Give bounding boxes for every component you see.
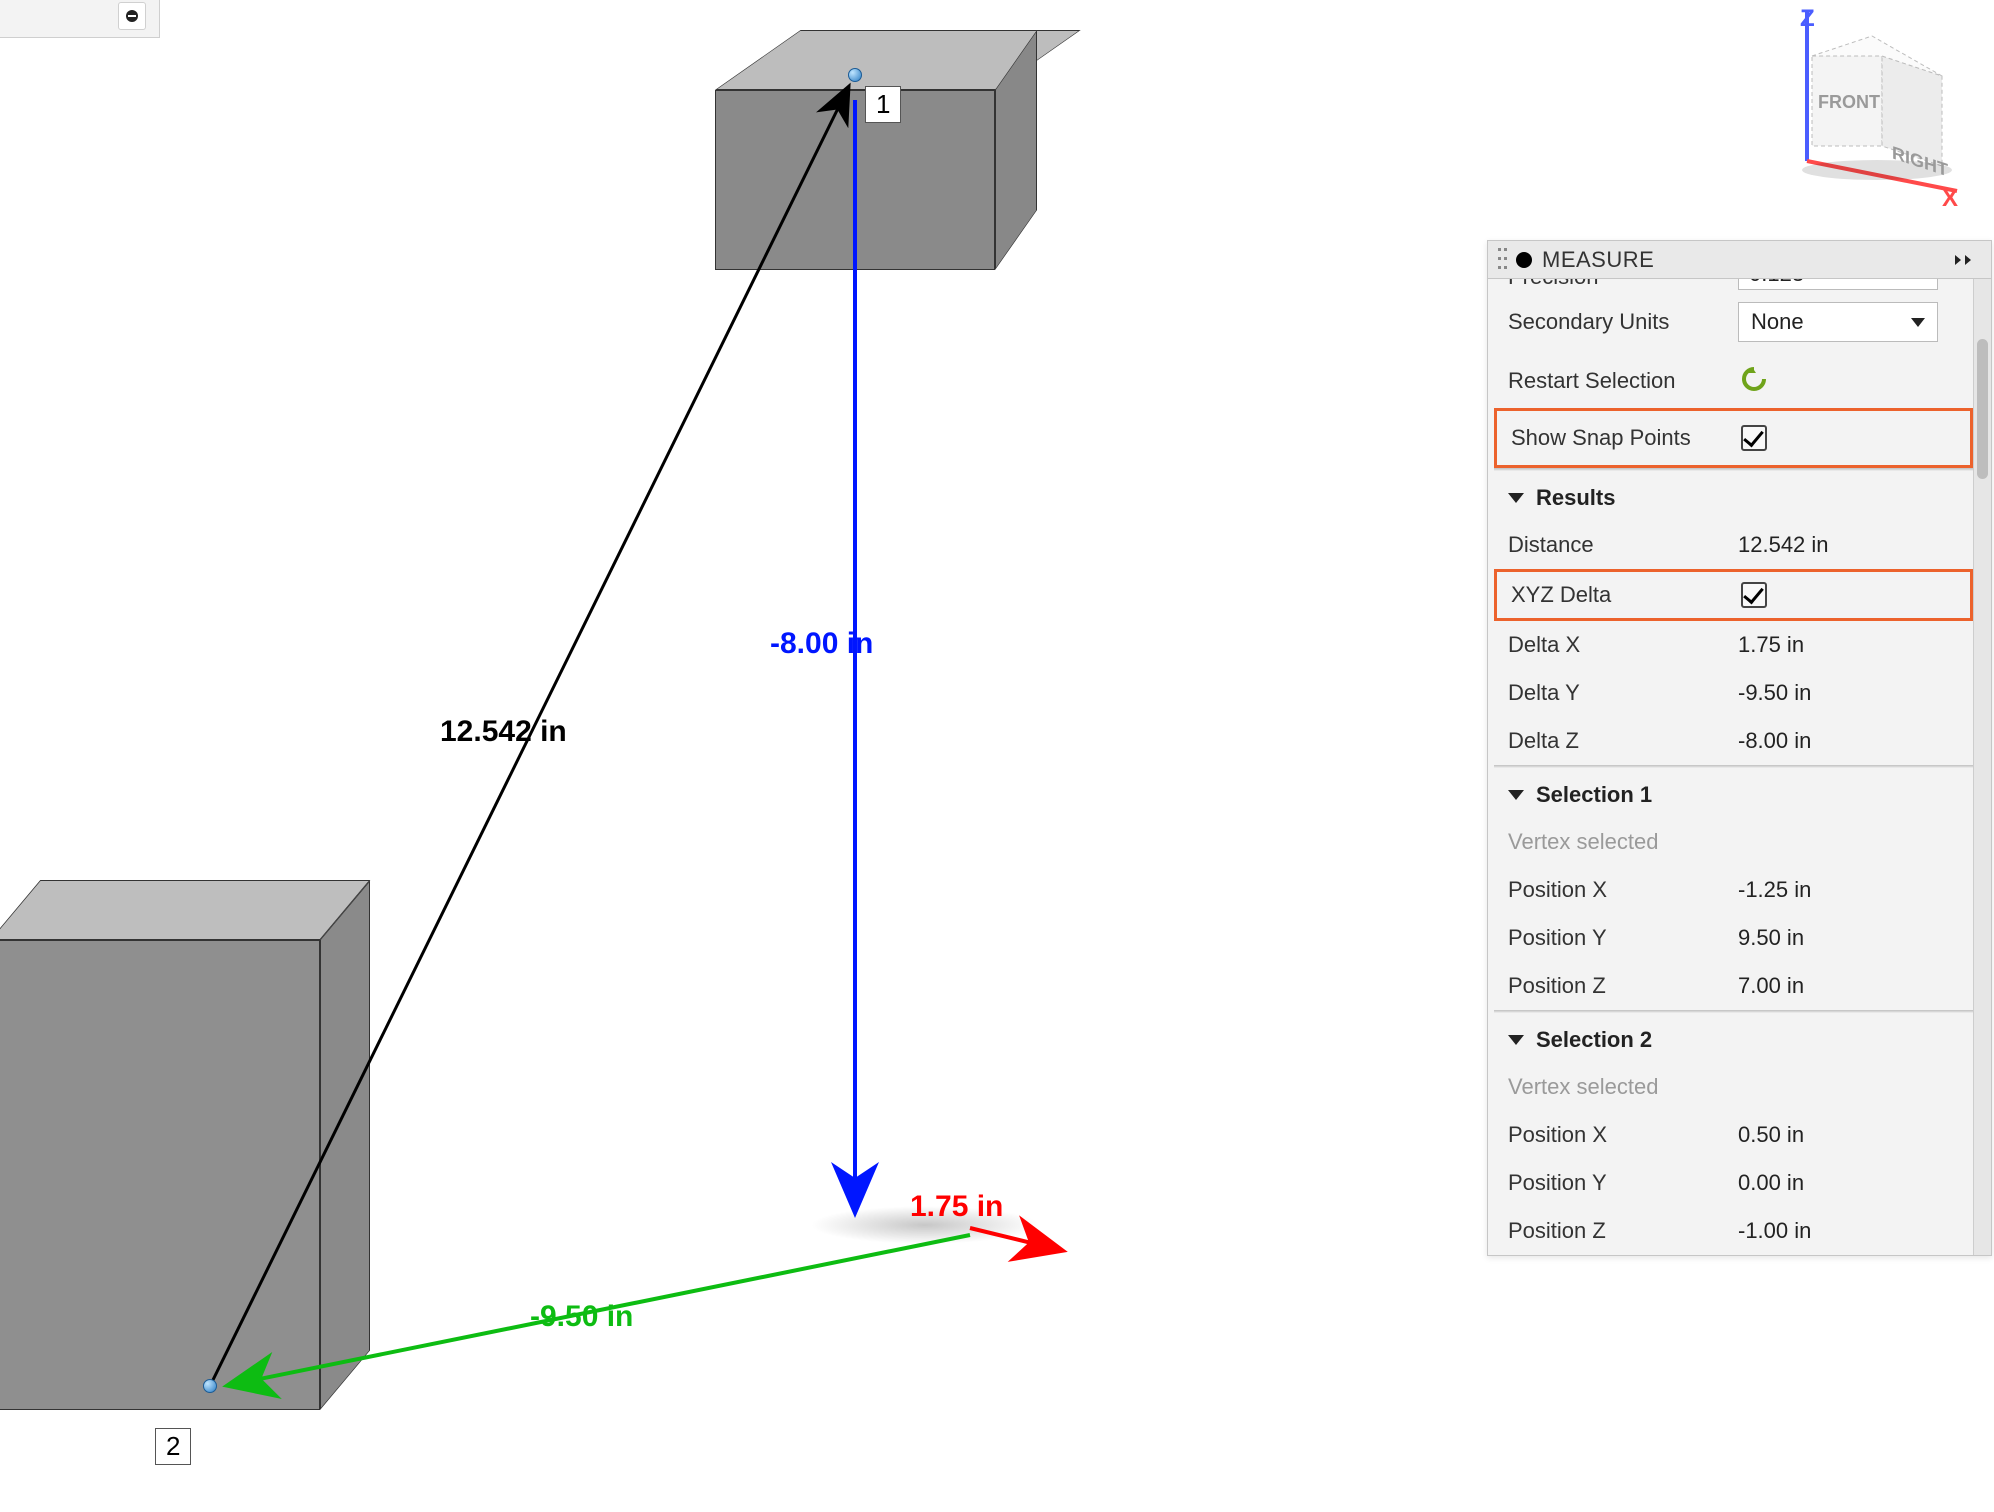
row-sel2-type: Vertex selected (1488, 1063, 1973, 1111)
delta-z-label: Delta Z (1508, 728, 1738, 754)
view-cube[interactable]: Z X FRONT RIGHT (1762, 6, 1962, 206)
delta-z-label: -8.00 in (770, 627, 873, 661)
delta-x-value: 1.75 in (1738, 632, 1953, 658)
row-delta-x: Delta X 1.75 in (1488, 621, 1973, 669)
row-show-snap-points: Show Snap Points (1497, 415, 1970, 461)
precision-input[interactable]: 0.123 (1738, 279, 1938, 290)
panel-title: MEASURE (1542, 247, 1953, 273)
snap-point-1-tag: 1 (865, 86, 901, 123)
row-sel2-py: Position Y 0.00 in (1488, 1159, 1973, 1207)
row-sel1-type: Vertex selected (1488, 818, 1973, 866)
drag-grip-icon[interactable] (1498, 250, 1510, 270)
scrollbar-thumb[interactable] (1977, 339, 1988, 479)
sel2-py-value: 0.00 in (1738, 1170, 1953, 1196)
restart-icon[interactable] (1738, 364, 1770, 392)
selection-1-header-text: Selection 1 (1536, 782, 1652, 808)
chevron-down-icon (1508, 1035, 1524, 1045)
sel1-px-label: Position X (1508, 877, 1738, 903)
measure-panel: MEASURE Precision 0.123 Secondary Units … (1487, 240, 1992, 1256)
selection-2-header[interactable]: Selection 2 (1488, 1013, 1973, 1063)
bullet-icon (1516, 252, 1532, 268)
sel1-pz-value: 7.00 in (1738, 973, 1953, 999)
sel2-pz-value: -1.00 in (1738, 1218, 1953, 1244)
xyz-delta-checkbox[interactable] (1741, 582, 1767, 608)
distance-value: 12.542 in (1738, 532, 1953, 558)
sel2-px-label: Position X (1508, 1122, 1738, 1148)
delta-z-value: -8.00 in (1738, 728, 1953, 754)
sel1-py-label: Position Y (1508, 925, 1738, 951)
selection-1-header[interactable]: Selection 1 (1488, 768, 1973, 818)
collapse-icon[interactable] (118, 2, 146, 30)
row-secondary-units: Secondary Units None (1488, 291, 1973, 353)
delta-y-value: -9.50 in (1738, 680, 1953, 706)
delta-y-label: Delta Y (1508, 680, 1738, 706)
delta-x-label: Delta X (1508, 632, 1738, 658)
row-sel2-pz: Position Z -1.00 in (1488, 1207, 1973, 1255)
results-section-header[interactable]: Results (1488, 471, 1973, 521)
svg-text:X: X (1942, 185, 1958, 206)
browser-panel-collapsed (0, 0, 160, 38)
delta-x-label: 1.75 in (910, 1190, 1003, 1224)
row-sel2-px: Position X 0.50 in (1488, 1111, 1973, 1159)
highlight-show-snap: Show Snap Points (1494, 408, 1973, 468)
selection-2-type: Vertex selected (1508, 1074, 1953, 1100)
xyz-delta-label: XYZ Delta (1511, 582, 1741, 608)
panel-scrollbar[interactable] (1973, 279, 1991, 1255)
distance-label: Distance (1508, 532, 1738, 558)
show-snap-label: Show Snap Points (1511, 425, 1741, 451)
measure-panel-header[interactable]: MEASURE (1488, 241, 1991, 279)
highlight-xyz-delta: XYZ Delta (1494, 569, 1973, 621)
sel2-px-value: 0.50 in (1738, 1122, 1953, 1148)
results-header-text: Results (1536, 485, 1615, 511)
row-precision: Precision 0.123 (1488, 279, 1973, 291)
sel1-pz-label: Position Z (1508, 973, 1738, 999)
measure-panel-body: Precision 0.123 Secondary Units None Res… (1488, 279, 1991, 1255)
sel2-py-label: Position Y (1508, 1170, 1738, 1196)
svg-text:Z: Z (1800, 6, 1815, 32)
expand-icon[interactable] (1953, 250, 1981, 270)
row-sel1-px: Position X -1.25 in (1488, 866, 1973, 914)
sel2-pz-label: Position Z (1508, 1218, 1738, 1244)
chevron-down-icon (1911, 318, 1925, 327)
chevron-down-icon (1508, 790, 1524, 800)
secondary-units-dropdown[interactable]: None (1738, 302, 1938, 342)
row-distance: Distance 12.542 in (1488, 521, 1973, 569)
snap-point-1[interactable] (848, 68, 862, 82)
show-snap-checkbox[interactable] (1741, 425, 1767, 451)
row-delta-z: Delta Z -8.00 in (1488, 717, 1973, 765)
row-sel1-pz: Position Z 7.00 in (1488, 962, 1973, 1010)
distance-label: 12.542 in (440, 715, 567, 749)
snap-point-2[interactable] (203, 1379, 217, 1393)
row-restart-selection: Restart Selection (1488, 353, 1973, 408)
precision-label: Precision (1508, 279, 1738, 290)
snap-point-2-tag: 2 (155, 1428, 191, 1465)
row-delta-y: Delta Y -9.50 in (1488, 669, 1973, 717)
selection-1-type: Vertex selected (1508, 829, 1953, 855)
sel1-py-value: 9.50 in (1738, 925, 1953, 951)
chevron-down-icon (1508, 493, 1524, 503)
secondary-units-label: Secondary Units (1508, 309, 1738, 335)
row-sel1-py: Position Y 9.50 in (1488, 914, 1973, 962)
sel1-px-value: -1.25 in (1738, 877, 1953, 903)
delta-y-label: -9.50 in (530, 1300, 633, 1334)
selection-2-header-text: Selection 2 (1536, 1027, 1652, 1053)
restart-selection-label: Restart Selection (1508, 368, 1738, 394)
viewport-3d[interactable]: 12.542 in -8.00 in -9.50 in 1.75 in 1 2 … (0, 0, 1994, 1512)
secondary-units-value: None (1751, 309, 1804, 335)
row-xyz-delta: XYZ Delta (1497, 572, 1970, 618)
svg-text:FRONT: FRONT (1818, 92, 1880, 112)
